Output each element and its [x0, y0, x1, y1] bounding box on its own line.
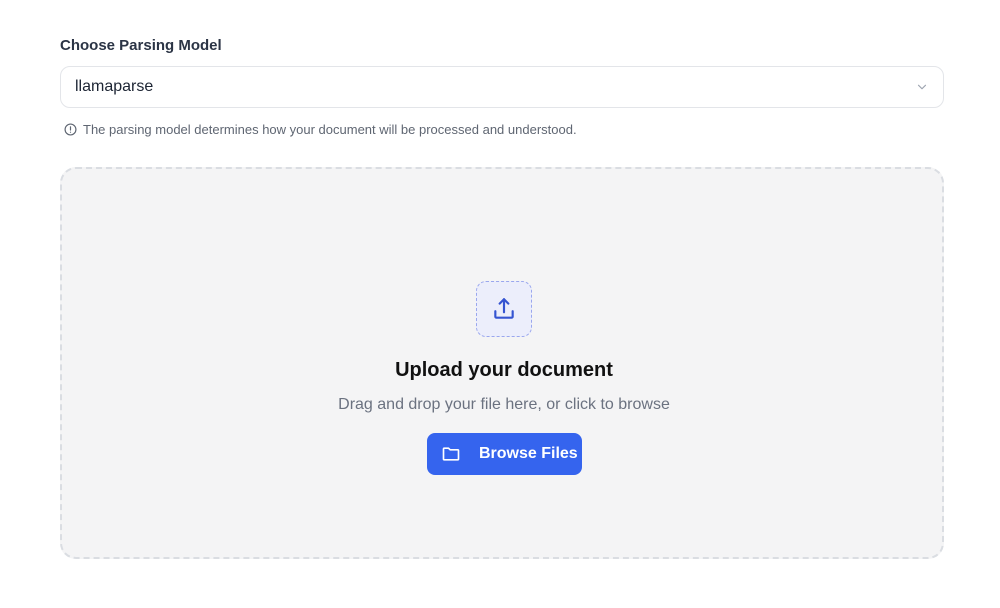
upload-icon — [494, 298, 514, 319]
info-circle-icon — [64, 123, 77, 136]
model-select-value: llamaparse — [75, 78, 154, 95]
model-hint-text: The parsing model determines how your do… — [83, 122, 577, 137]
chevron-down-icon — [917, 84, 927, 90]
browse-files-label: Browse Files — [479, 445, 578, 462]
folder-icon — [442, 447, 460, 461]
upload-title: Upload your document — [395, 359, 613, 381]
model-select[interactable]: llamaparse — [60, 66, 944, 108]
model-hint: The parsing model determines how your do… — [64, 122, 577, 137]
model-select-label: Choose Parsing Model — [60, 37, 222, 54]
upload-dropzone[interactable]: Upload your document Drag and drop your … — [60, 167, 944, 559]
browse-files-button[interactable]: Browse Files — [427, 433, 582, 475]
upload-subtitle: Drag and drop your file here, or click t… — [338, 396, 670, 413]
upload-icon-box — [476, 281, 532, 337]
